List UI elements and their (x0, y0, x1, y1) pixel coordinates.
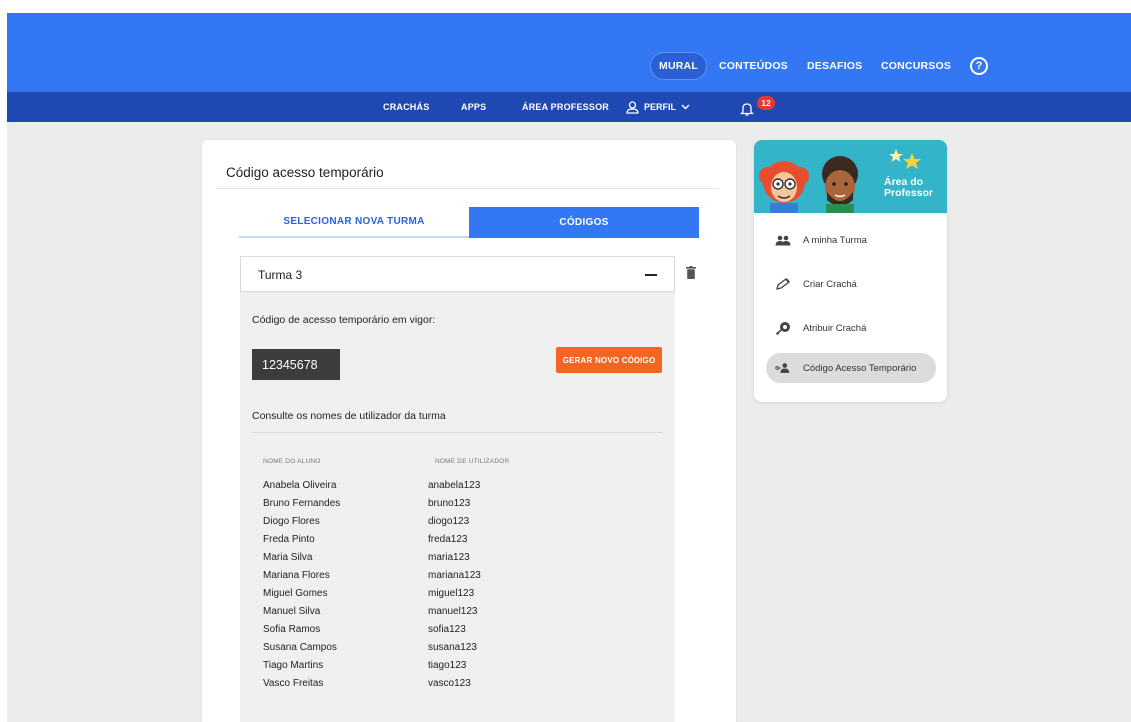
student-name: Miguel Gomes (263, 587, 328, 599)
chevron-down-icon (681, 104, 690, 110)
table-row: Maria Silva maria123 (263, 548, 563, 566)
student-username: miguel123 (428, 587, 475, 599)
student-username: freda123 (428, 533, 468, 545)
student-name: Maria Silva (263, 551, 313, 563)
nav-conteudos[interactable]: CONTEÚDOS (719, 52, 788, 80)
person-key-icon (775, 361, 791, 375)
tab-selecionar-nova-turma[interactable]: SELECIONAR NOVA TURMA (239, 207, 469, 238)
nav-desafios[interactable]: DESAFIOS (807, 52, 862, 80)
student-username: manuel123 (428, 605, 478, 617)
student-username: sofia123 (428, 623, 466, 635)
table-row: Diogo Flores diogo123 (263, 512, 563, 530)
secondary-navigation-bar: CRACHÁS APPS ÁREA PROFESSOR PERFIL 12 (7, 92, 1131, 122)
sidebar-item-atribuir-cracha[interactable]: Atribuir Crachá (766, 313, 936, 343)
consulte-label: Consulte os nomes de utilizador da turma (252, 410, 446, 422)
student-username: tiago123 (428, 659, 467, 671)
help-icon[interactable]: ? (970, 57, 988, 75)
student-name: Vasco Freitas (263, 677, 324, 689)
badge-assign-icon (775, 321, 791, 335)
notifications-button[interactable]: 12 (740, 96, 775, 118)
table-row: Manuel Silva manuel123 (263, 602, 563, 620)
page-title: Código acesso temporário (226, 165, 384, 180)
main-card: Código acesso temporário SELECIONAR NOVA… (202, 140, 736, 722)
nav-concursos[interactable]: CONCURSOS (881, 52, 951, 80)
sidebar-title: Área do Professor (884, 177, 933, 199)
perfil-menu[interactable]: PERFIL (626, 92, 690, 122)
student-username: susana123 (428, 641, 477, 653)
sidebar-item-codigo-acesso-temporario[interactable]: Código Acesso Temporário (766, 353, 936, 383)
sidebar-item-a-minha-turma[interactable]: A minha Turma (766, 225, 936, 255)
user-icon (626, 100, 639, 114)
student-username: anabela123 (428, 479, 481, 491)
perfil-label: PERFIL (644, 102, 677, 112)
student-name: Bruno Fernandes (263, 497, 341, 509)
student-table: Anabela Oliveira anabela123 Bruno Fernand… (263, 476, 563, 692)
tab-codigos[interactable]: CÓDIGOS (469, 207, 699, 238)
top-navigation-bar: MURAL CONTEÚDOS DESAFIOS CONCURSOS ? (7, 13, 1131, 92)
codigo-value: 12345678 (252, 349, 340, 380)
gerar-novo-codigo-button[interactable]: GERAR NOVO CÓDIGO (556, 347, 662, 373)
table-row: Mariana Flores mariana123 (263, 566, 563, 584)
sidebar-item-label: A minha Turma (803, 234, 867, 246)
student-name: Mariana Flores (263, 569, 330, 581)
pencil-icon (775, 277, 791, 291)
turma-accordion-header[interactable]: Turma 3 (240, 256, 675, 292)
sidebar-item-label: Criar Crachá (803, 278, 857, 290)
student-name: Manuel Silva (263, 605, 321, 617)
teacher-illustration (759, 156, 858, 213)
bell-icon (740, 103, 754, 116)
table-row: Miguel Gomes miguel123 (263, 584, 563, 602)
trash-icon[interactable] (686, 266, 696, 279)
student-username: bruno123 (428, 497, 471, 509)
student-username: mariana123 (428, 569, 481, 581)
table-row: Anabela Oliveira anabela123 (263, 476, 563, 494)
turma-name: Turma 3 (258, 268, 303, 282)
column-header-nome-aluno: NOME DO ALUNO (263, 458, 321, 465)
nav-area-professor[interactable]: ÁREA PROFESSOR (522, 92, 609, 122)
notification-badge: 12 (757, 96, 775, 110)
turma-accordion-body: Código de acesso temporário em vigor: 12… (240, 292, 675, 722)
tab-bar: SELECIONAR NOVA TURMA CÓDIGOS (239, 207, 699, 238)
nav-mural[interactable]: MURAL (650, 52, 707, 80)
sidebar-item-criar-cracha[interactable]: Criar Crachá (766, 269, 936, 299)
student-name: Anabela Oliveira (263, 479, 337, 491)
sidebar-title-line-2: Professor (884, 187, 934, 199)
divider (216, 188, 719, 189)
student-username: diogo123 (428, 515, 470, 527)
student-name: Susana Campos (263, 641, 337, 653)
group-icon (775, 233, 791, 247)
nav-apps[interactable]: APPS (461, 92, 486, 122)
collapse-icon[interactable] (645, 274, 657, 276)
nav-crachas[interactable]: CRACHÁS (383, 92, 429, 122)
sidebar-hero: Área do Professor (754, 140, 947, 213)
table-row: Sofia Ramos sofia123 (263, 620, 563, 638)
table-row: Freda Pinto freda123 (263, 530, 563, 548)
table-row: Tiago Martins tiago123 (263, 656, 563, 674)
student-username: maria123 (428, 551, 470, 563)
area-professor-sidebar: Área do Professor A minha Turma Criar Cr… (754, 140, 947, 402)
student-name: Sofia Ramos (263, 623, 321, 635)
star-icon (889, 149, 921, 169)
student-name: Tiago Martins (263, 659, 324, 671)
sidebar-item-label: Atribuir Crachá (803, 322, 867, 334)
table-row: Vasco Freitas vasco123 (263, 674, 563, 692)
table-row: Bruno Fernandes bruno123 (263, 494, 563, 512)
column-header-nome-utilizador: NOME DE UTILIZADOR (435, 458, 510, 465)
sidebar-item-label: Código Acesso Temporário (803, 362, 917, 374)
student-name: Freda Pinto (263, 533, 315, 545)
table-row: Susana Campos susana123 (263, 638, 563, 656)
student-name: Diogo Flores (263, 515, 320, 527)
student-username: vasco123 (428, 677, 471, 689)
codigo-label: Código de acesso temporário em vigor: (252, 314, 436, 326)
divider (252, 432, 662, 433)
